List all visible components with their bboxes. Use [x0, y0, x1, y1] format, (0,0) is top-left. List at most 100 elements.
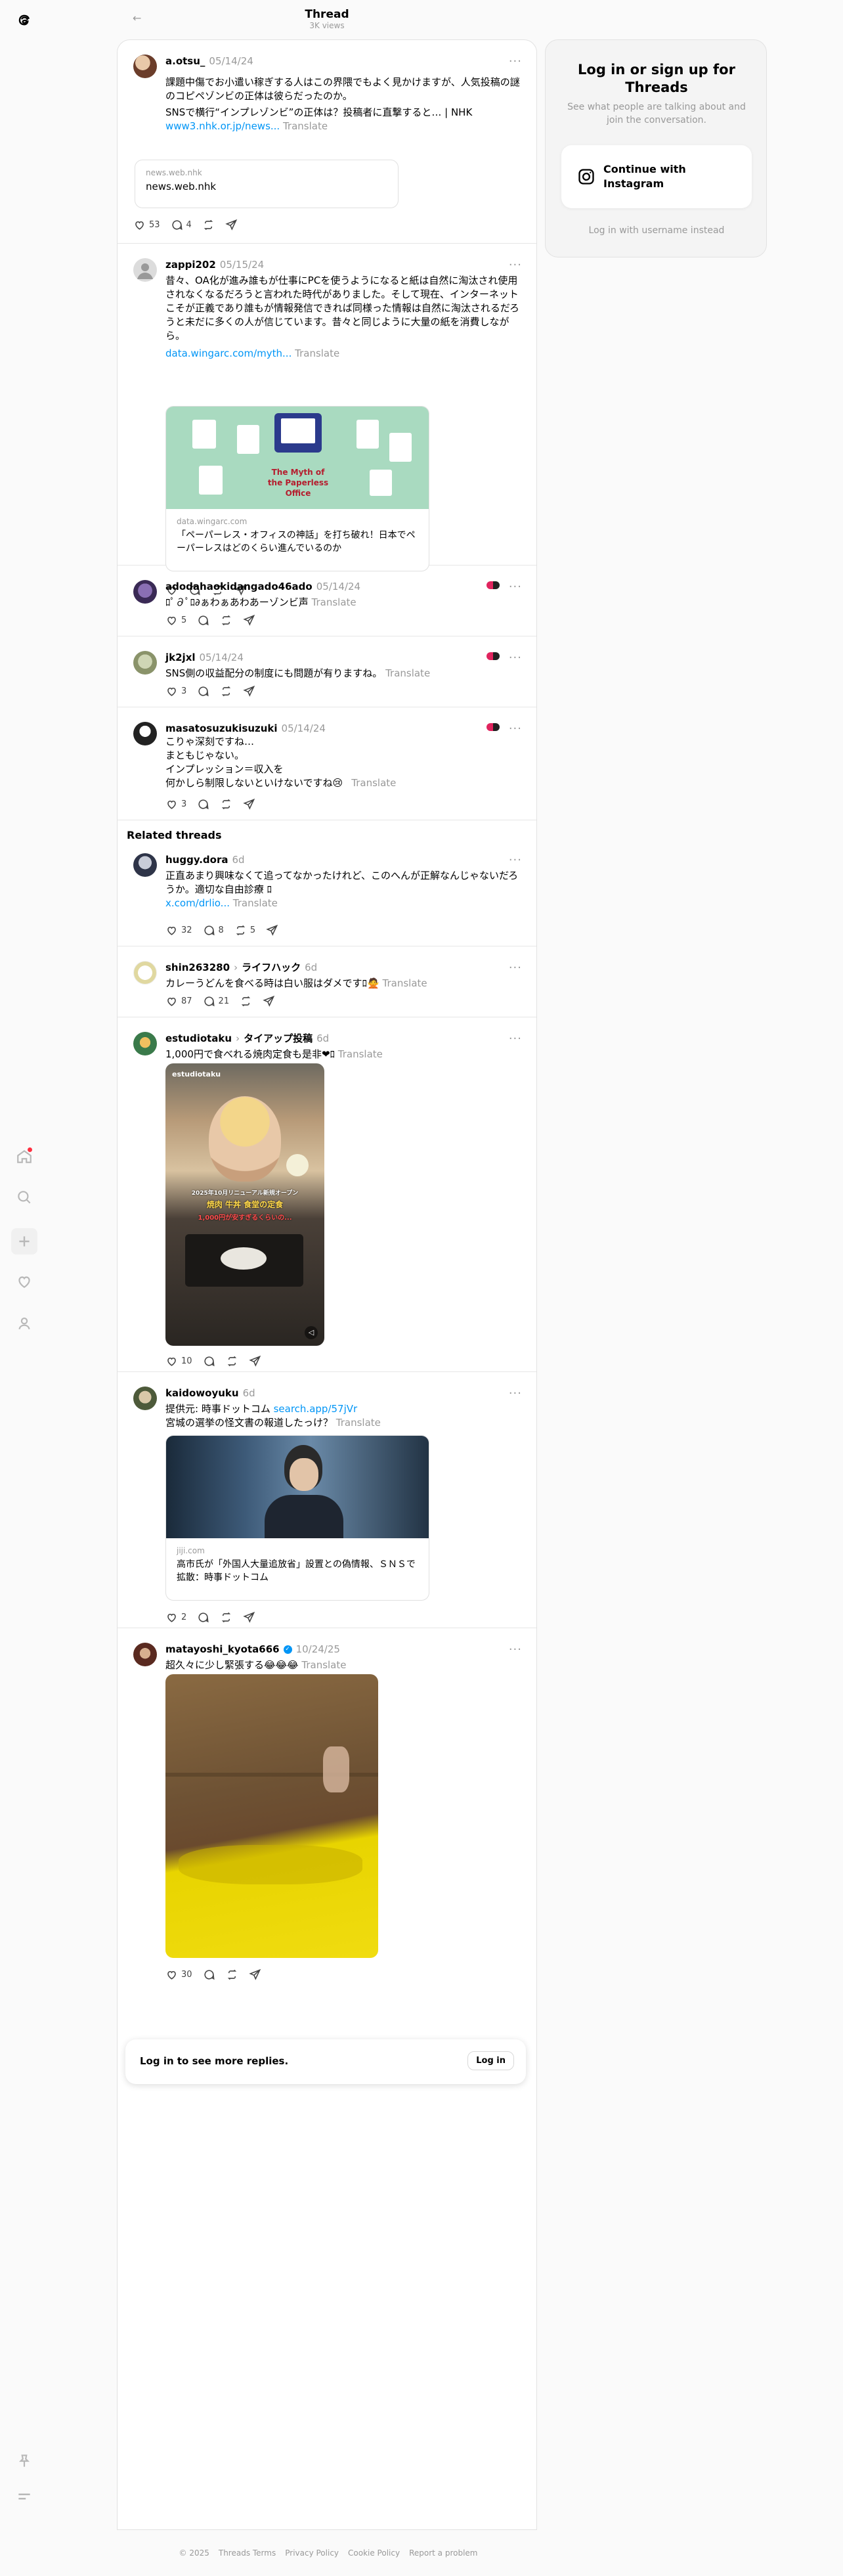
- profile-icon[interactable]: [13, 1312, 35, 1335]
- link-preview-card[interactable]: news.web.nhk news.web.nhk: [135, 160, 399, 208]
- share-button[interactable]: [266, 924, 278, 937]
- repost-button[interactable]: 5: [234, 924, 255, 937]
- repost-button[interactable]: [220, 1611, 232, 1624]
- username[interactable]: masatosuzukisuzuki: [165, 722, 278, 735]
- activity-icon[interactable]: [13, 1270, 35, 1293]
- translate-link[interactable]: Translate: [336, 1417, 381, 1429]
- more-options-icon[interactable]: ···: [509, 258, 522, 272]
- continue-with-instagram-button[interactable]: Continue with Instagram: [561, 145, 752, 208]
- post-link[interactable]: search.app/57jVr: [274, 1403, 358, 1415]
- reply-button[interactable]: [203, 1355, 215, 1367]
- mute-icon[interactable]: ◁: [305, 1326, 318, 1339]
- reply-button[interactable]: 4: [171, 219, 192, 231]
- avatar[interactable]: [133, 961, 157, 985]
- like-button[interactable]: 87: [165, 995, 192, 1008]
- username[interactable]: zappi202: [165, 258, 216, 271]
- like-button[interactable]: 10: [165, 1355, 192, 1367]
- more-options-icon[interactable]: ···: [509, 651, 522, 665]
- share-button[interactable]: [243, 798, 255, 811]
- post-link[interactable]: www3.nhk.or.jp/news...: [165, 120, 280, 132]
- like-button[interactable]: 2: [165, 1611, 186, 1624]
- link-preview-card[interactable]: jiji.com 高市氏が「外国人大量追放省」設置との偽情報、ＳＮＳで拡散：時事…: [165, 1435, 429, 1601]
- avatar[interactable]: [133, 55, 157, 78]
- link-preview-card[interactable]: The Myth of the Paperless Office data.wi…: [165, 406, 429, 571]
- more-options-icon[interactable]: ···: [509, 55, 522, 68]
- repost-button[interactable]: [220, 685, 232, 698]
- like-button[interactable]: 53: [133, 219, 160, 231]
- reply-button[interactable]: [203, 1968, 215, 1981]
- avatar[interactable]: [133, 1387, 157, 1410]
- more-options-icon[interactable]: ···: [509, 853, 522, 867]
- username[interactable]: estudiotaku: [165, 1032, 232, 1045]
- translate-link[interactable]: Translate: [301, 1659, 346, 1671]
- more-options-icon[interactable]: ···: [509, 1032, 522, 1046]
- avatar[interactable]: [133, 651, 157, 675]
- share-button[interactable]: [243, 614, 255, 627]
- username[interactable]: kaidowoyuku: [165, 1387, 239, 1400]
- repost-button[interactable]: [202, 219, 215, 231]
- reply-button[interactable]: 21: [203, 995, 229, 1008]
- translate-link[interactable]: Translate: [385, 667, 430, 679]
- footer-link-terms[interactable]: Threads Terms: [219, 2548, 276, 2558]
- footer-link-privacy[interactable]: Privacy Policy: [285, 2548, 339, 2558]
- more-options-icon[interactable]: ···: [509, 1643, 522, 1656]
- footer-link-cookies[interactable]: Cookie Policy: [348, 2548, 400, 2558]
- username[interactable]: adodahaokidangado46ado: [165, 580, 313, 593]
- like-button[interactable]: 5: [165, 614, 186, 627]
- share-button[interactable]: [248, 1968, 261, 1981]
- username[interactable]: jk2jxl: [165, 651, 196, 664]
- like-button[interactable]: 3: [165, 798, 186, 811]
- post-link[interactable]: x.com/drlio...: [165, 897, 230, 909]
- login-button[interactable]: Log in: [467, 2051, 514, 2070]
- more-options-icon[interactable]: ···: [509, 1387, 522, 1400]
- translate-link[interactable]: Translate: [383, 977, 427, 989]
- avatar[interactable]: [133, 853, 157, 877]
- reply-button[interactable]: [197, 614, 209, 627]
- avatar[interactable]: [133, 1643, 157, 1666]
- reply-button[interactable]: [197, 685, 209, 698]
- like-button[interactable]: 32: [165, 924, 192, 937]
- repost-button[interactable]: [220, 614, 232, 627]
- share-button[interactable]: [243, 1611, 255, 1624]
- like-button[interactable]: 30: [165, 1968, 192, 1981]
- repost-button[interactable]: [240, 995, 252, 1008]
- avatar[interactable]: [133, 722, 157, 745]
- username[interactable]: huggy.dora: [165, 853, 228, 866]
- translate-link[interactable]: Translate: [338, 1048, 383, 1060]
- repost-button[interactable]: [220, 798, 232, 811]
- translate-link[interactable]: Translate: [312, 596, 357, 608]
- home-icon[interactable]: [13, 1145, 35, 1168]
- video-thumbnail[interactable]: estudiotaku 2025年10月リニューアル新規オープン 焼肉 牛丼 食…: [165, 1063, 324, 1346]
- share-button[interactable]: [248, 1355, 261, 1367]
- share-button[interactable]: [263, 995, 275, 1008]
- more-options-icon[interactable]: ···: [509, 722, 522, 736]
- avatar[interactable]: [133, 258, 157, 282]
- username[interactable]: a.otsu_: [165, 55, 205, 68]
- post-link[interactable]: data.wingarc.com/myth...: [165, 347, 292, 359]
- search-icon[interactable]: [13, 1186, 35, 1209]
- translate-link[interactable]: Translate: [283, 120, 328, 132]
- repost-button[interactable]: [226, 1968, 238, 1981]
- menu-icon[interactable]: [13, 2485, 35, 2508]
- share-button[interactable]: [225, 219, 238, 231]
- threads-logo[interactable]: [13, 9, 35, 32]
- repost-button[interactable]: [226, 1355, 238, 1367]
- topic-tag[interactable]: ライフハック: [242, 961, 301, 974]
- create-icon[interactable]: [11, 1228, 37, 1255]
- username[interactable]: matayoshi_kyota666: [165, 1643, 280, 1656]
- reply-button[interactable]: [197, 798, 209, 811]
- reply-button[interactable]: 8: [203, 924, 224, 937]
- pin-icon[interactable]: [13, 2450, 35, 2472]
- avatar[interactable]: [133, 1032, 157, 1055]
- more-options-icon[interactable]: ···: [509, 961, 522, 975]
- translate-link[interactable]: Translate: [233, 897, 278, 909]
- avatar[interactable]: [133, 580, 157, 604]
- topic-tag[interactable]: タイアップ投稿: [244, 1032, 313, 1045]
- translate-link[interactable]: Translate: [351, 777, 396, 789]
- post-photo[interactable]: [165, 1674, 378, 1958]
- footer-link-report[interactable]: Report a problem: [409, 2548, 477, 2558]
- like-button[interactable]: 3: [165, 685, 186, 698]
- share-button[interactable]: [243, 685, 255, 698]
- translate-link[interactable]: Translate: [295, 347, 339, 359]
- username[interactable]: shin263280: [165, 961, 230, 974]
